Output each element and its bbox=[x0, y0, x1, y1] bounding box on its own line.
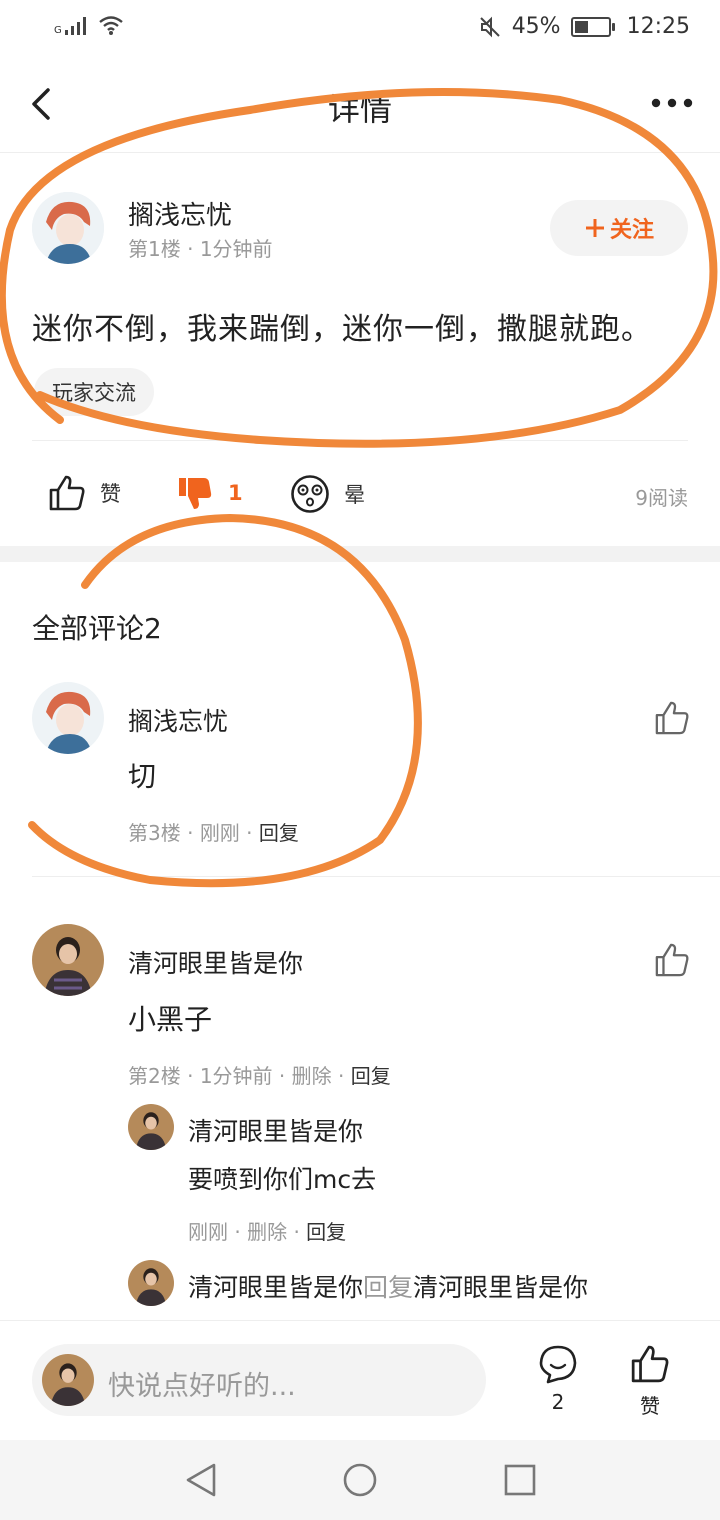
post-author-avatar[interactable] bbox=[32, 192, 104, 264]
comment-count: 2 bbox=[551, 1390, 565, 1414]
wifi-icon bbox=[98, 16, 123, 35]
status-time: 12:25 bbox=[626, 14, 690, 39]
reply-time: 刚刚 bbox=[188, 1220, 228, 1244]
reply-avatar[interactable] bbox=[128, 1260, 174, 1306]
thumbs-down-filled-icon bbox=[179, 478, 212, 509]
plus-icon bbox=[585, 219, 604, 237]
thumbs-up-icon bbox=[49, 475, 85, 511]
comment-like-icon[interactable] bbox=[654, 942, 690, 978]
reply-link[interactable]: 回复 bbox=[259, 821, 299, 845]
section-gap bbox=[0, 546, 720, 562]
reply-link[interactable]: 回复 bbox=[306, 1220, 346, 1244]
dizzy-action[interactable]: 晕 bbox=[290, 474, 365, 514]
follow-button[interactable]: 关注 bbox=[550, 200, 688, 256]
like-action[interactable]: 赞 bbox=[48, 474, 121, 512]
dizzy-label: 晕 bbox=[344, 483, 365, 507]
comment-meta: 第2楼 · 1分钟前 · 删除 · 回复 bbox=[128, 1064, 391, 1088]
reply-author-name[interactable]: 清河眼里皆是你 bbox=[188, 1112, 363, 1148]
dislike-count: 1 bbox=[228, 481, 243, 505]
reply-target-name[interactable]: 清河眼里皆是你 bbox=[413, 1273, 588, 1302]
post-content: 迷你不倒，我来踹倒，迷你一倒，撒腿就跑。 bbox=[32, 312, 652, 347]
system-nav-bar bbox=[0, 1440, 720, 1520]
follow-label: 关注 bbox=[609, 218, 654, 243]
delete-link[interactable]: 删除 bbox=[292, 1064, 332, 1088]
my-avatar bbox=[42, 1354, 94, 1406]
comment-avatar[interactable] bbox=[32, 682, 104, 754]
comment-time: 1分钟前 bbox=[199, 1064, 273, 1088]
reply-word: 回复 bbox=[363, 1273, 414, 1302]
nav-recents-icon[interactable] bbox=[503, 1463, 537, 1497]
more-options-icon[interactable] bbox=[650, 88, 694, 118]
post-meta: 第1楼 · 1分钟前 bbox=[128, 237, 273, 261]
comment-author-name[interactable]: 清河眼里皆是你 bbox=[128, 944, 303, 980]
divider bbox=[32, 440, 688, 441]
battery-percent: 45% bbox=[511, 14, 561, 39]
comment-bubble-icon bbox=[539, 1345, 577, 1384]
signal-icon bbox=[64, 17, 86, 35]
comment-floor: 第3楼 bbox=[128, 821, 181, 845]
reply-text: 要喷到你们mc去 bbox=[188, 1165, 377, 1194]
like-label: 赞 bbox=[100, 482, 121, 506]
reply-header: 清河眼里皆是你回复清河眼里皆是你 bbox=[188, 1268, 588, 1304]
bottom-like-label: 赞 bbox=[640, 1394, 660, 1418]
divider bbox=[32, 876, 720, 877]
signal-label: G bbox=[54, 25, 62, 36]
post-time: 1分钟前 bbox=[199, 237, 273, 261]
thumbs-up-icon bbox=[631, 1345, 669, 1383]
post-author-name[interactable]: 搁浅忘忧 bbox=[128, 195, 232, 232]
comments-title: 全部评论2 bbox=[32, 612, 162, 645]
mute-icon bbox=[479, 16, 500, 37]
dislike-action[interactable]: 1 bbox=[176, 474, 243, 512]
bottom-like-button[interactable]: 赞 bbox=[624, 1344, 676, 1419]
comment-text: 小黑子 bbox=[128, 1003, 213, 1036]
read-count: 9阅读 bbox=[635, 486, 688, 510]
comment-floor: 第2楼 bbox=[128, 1064, 181, 1088]
delete-link[interactable]: 删除 bbox=[247, 1220, 287, 1244]
nav-home-icon[interactable] bbox=[342, 1462, 378, 1498]
reply-meta: 刚刚 · 删除 · 回复 bbox=[188, 1220, 347, 1244]
post-floor: 第1楼 bbox=[128, 237, 181, 261]
comment-author-name[interactable]: 搁浅忘忧 bbox=[128, 702, 228, 738]
reply-avatar[interactable] bbox=[128, 1104, 174, 1150]
status-bar: G 45% 12:25 bbox=[0, 0, 720, 60]
battery-icon bbox=[570, 16, 615, 37]
dizzy-face-icon bbox=[291, 475, 329, 513]
reply-author-name[interactable]: 清河眼里皆是你 bbox=[188, 1273, 363, 1302]
comments-button[interactable]: 2 bbox=[532, 1344, 584, 1414]
comment-avatar[interactable] bbox=[32, 924, 104, 996]
nav-back-icon[interactable] bbox=[184, 1462, 218, 1498]
post-tag[interactable]: 玩家交流 bbox=[34, 368, 154, 416]
status-right: 45% 12:25 bbox=[478, 14, 690, 39]
status-left: G bbox=[54, 14, 124, 36]
comment-meta: 第3楼 · 刚刚 · 回复 bbox=[128, 821, 299, 845]
comment-like-icon[interactable] bbox=[654, 700, 690, 736]
input-placeholder: 快说点好听的... bbox=[108, 1371, 296, 1402]
comment-time: 刚刚 bbox=[199, 821, 240, 845]
page-title: 详情 bbox=[327, 90, 392, 128]
top-header: 详情 bbox=[0, 60, 720, 153]
comment-text: 切 bbox=[128, 760, 157, 793]
reply-link[interactable]: 回复 bbox=[351, 1064, 391, 1088]
